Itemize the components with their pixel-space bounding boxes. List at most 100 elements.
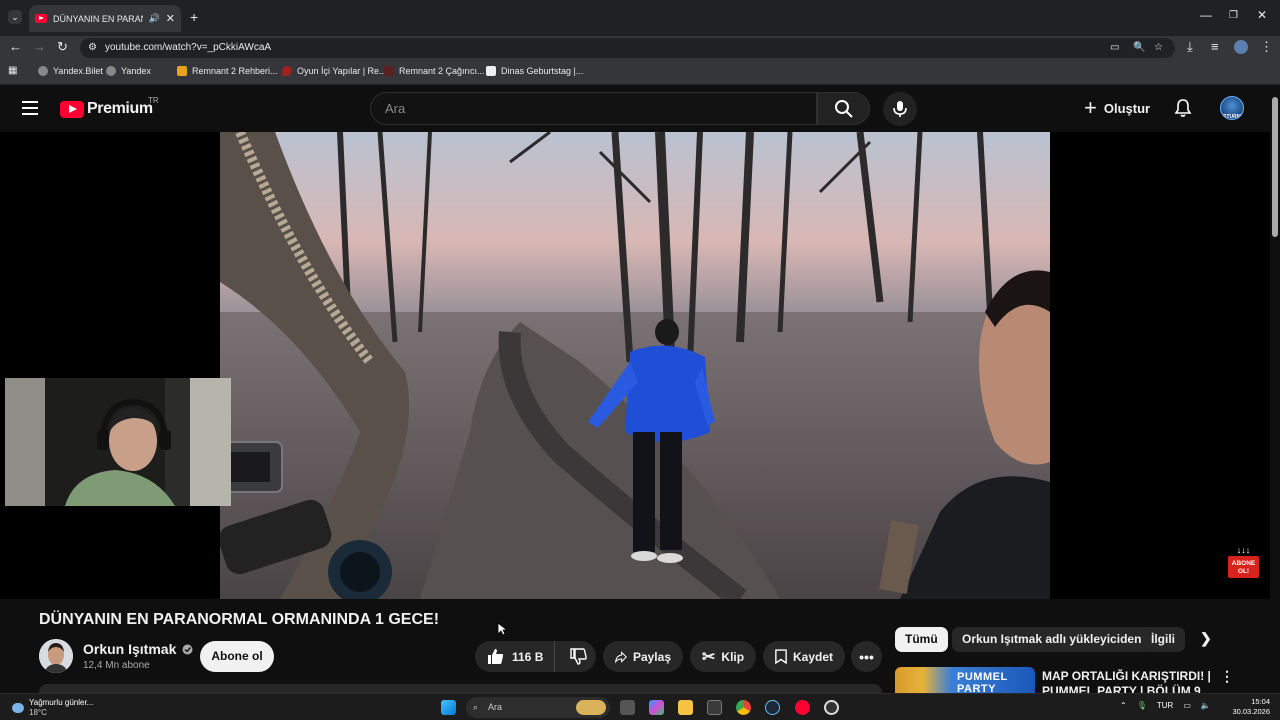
bookmark-icon [775, 649, 787, 665]
new-tab-icon[interactable]: + [190, 9, 198, 25]
scrollbar-thumb[interactable] [1272, 97, 1278, 237]
recommendation-thumbnail[interactable]: PUMMEL PARTY [895, 667, 1035, 693]
profile-icon[interactable] [1234, 40, 1248, 54]
network-icon[interactable]: ▭ [1183, 701, 1191, 710]
minimize-icon[interactable]: — [1200, 8, 1212, 22]
svg-text:↓↓↓: ↓↓↓ [1237, 545, 1251, 555]
language-indicator[interactable]: TUR [1157, 701, 1173, 710]
rain-cloud-icon [12, 703, 24, 713]
subscribe-button[interactable]: Abone ol [200, 641, 274, 672]
back-icon[interactable]: ← [9, 39, 22, 54]
site-favicon-icon [282, 66, 292, 76]
mouse-cursor-icon [497, 622, 507, 636]
bookmarks-bar: ▦ Yandex.Bilet Yandex Remnant 2 Rehberi.… [0, 60, 1280, 85]
search-input[interactable]: Ara [370, 92, 817, 125]
like-button[interactable]: 116 B [475, 641, 556, 672]
file-explorer-icon[interactable] [678, 700, 693, 715]
chip-all[interactable]: Tümü [895, 627, 948, 652]
save-button[interactable]: Kaydet [763, 641, 845, 672]
task-view-icon[interactable] [620, 700, 635, 715]
channel-name[interactable]: Orkun Işıtmak [83, 641, 193, 657]
site-favicon-icon [177, 66, 187, 76]
microphone-icon [893, 101, 907, 117]
bookmark-item[interactable]: Yandex [106, 66, 151, 76]
account-avatar[interactable]: STURM [1220, 96, 1244, 120]
menu-hamburger-icon[interactable] [22, 101, 38, 115]
bookmark-item[interactable]: Yandex.Bilet [38, 66, 103, 76]
subscribe-reminder-badge[interactable]: ↓↓↓ ABONE OL! [1227, 545, 1260, 578]
create-label: Oluştur [1103, 100, 1151, 116]
video-frame[interactable] [220, 132, 1050, 599]
active-tab[interactable]: DÜNYANIN EN PARANORMAL 🔊 ✕ [29, 5, 181, 32]
chrome-icon[interactable] [736, 700, 751, 715]
forward-icon[interactable]: → [33, 39, 46, 54]
tab-strip: ⌄ DÜNYANIN EN PARANORMAL 🔊 ✕ + — ❐ ✕ [0, 0, 1280, 36]
speaker-icon[interactable]: 🔊 [149, 13, 160, 24]
reload-icon[interactable]: ↻ [57, 39, 68, 55]
bookmark-item[interactable]: Dinas Geburtstag |... [486, 66, 583, 76]
svg-text:OL!: OL! [1238, 568, 1249, 575]
share-arrow-icon [615, 650, 627, 663]
cast-icon[interactable]: ▭ [1110, 38, 1119, 58]
bookmark-item[interactable]: Oyun İçi Yapılar | Re... [282, 66, 387, 76]
thumbnail-text: PUMMEL PARTY [957, 671, 1008, 693]
voice-search-button[interactable] [883, 92, 917, 126]
logo-text: Premium [87, 100, 153, 117]
search-button[interactable] [817, 92, 870, 125]
weather-widget[interactable]: Yağmurlu günler... 18°C [12, 698, 93, 718]
system-tray: ⌃ 🎙 TUR ▭ 🔈 [1120, 701, 1211, 710]
chevron-right-icon[interactable]: ❯ [1200, 630, 1212, 647]
youtube-music-icon[interactable] [795, 700, 810, 715]
dislike-button[interactable] [561, 641, 596, 672]
youtube-play-icon [60, 100, 84, 118]
subscriber-count: 12,4 Mn abone [83, 660, 150, 671]
volume-icon[interactable]: 🔈 [1201, 701, 1211, 710]
create-button[interactable]: + Oluştur [1084, 97, 1151, 119]
youtube-favicon-icon [35, 14, 47, 23]
site-info-icon[interactable]: ⚙ [88, 38, 97, 58]
recommendation-menu-icon[interactable]: ⋮ [1220, 668, 1234, 685]
bookmark-item[interactable]: Remnant 2 Çağırıcı... [384, 66, 485, 76]
notifications-bell-icon[interactable] [1173, 98, 1193, 118]
like-dislike-group: 116 B [475, 641, 596, 672]
share-button[interactable]: Paylaş [603, 641, 683, 672]
video-player[interactable]: ↓↓↓ ABONE OL! [0, 132, 1270, 599]
forest-scene-image [220, 132, 1050, 599]
globe-icon [38, 66, 48, 76]
video-title: DÜNYANIN EN PARANORMAL ORMANINDA 1 GECE! [39, 611, 440, 628]
page-scrollbar[interactable] [1270, 85, 1280, 693]
microphone-icon[interactable]: 🎙 [1137, 701, 1147, 710]
thumbs-down-icon [570, 648, 587, 665]
close-window-icon[interactable]: ✕ [1257, 8, 1267, 22]
obs-icon[interactable] [824, 700, 839, 715]
zoom-icon[interactable]: 🔍 [1133, 38, 1145, 58]
more-actions-button[interactable]: ••• [851, 641, 882, 672]
description-box[interactable] [39, 684, 882, 693]
close-tab-icon[interactable]: ✕ [166, 12, 175, 25]
taskbar-search[interactable]: ⌕ Ara [466, 697, 610, 718]
thumbs-up-icon [488, 649, 504, 664]
bookmark-star-icon[interactable]: ☆ [1154, 38, 1163, 58]
restore-icon[interactable]: ❐ [1229, 10, 1238, 21]
chip-related[interactable]: İlgili [1141, 627, 1185, 652]
channel-avatar[interactable] [39, 639, 73, 673]
chevron-up-icon[interactable]: ⌃ [1120, 701, 1127, 710]
store-icon[interactable] [707, 700, 722, 715]
media-control-icon[interactable]: ≡ [1211, 39, 1219, 54]
apps-grid-icon[interactable]: ▦ [8, 65, 17, 76]
menu-kebab-icon[interactable]: ⋮ [1260, 39, 1273, 55]
search-icon: ⌕ [473, 702, 479, 712]
copilot-icon[interactable] [649, 700, 664, 715]
address-bar[interactable]: ⚙ youtube.com/watch?v=_pCkkiAWcaA ▭ 🔍 ☆ [80, 38, 1175, 58]
more-horizontal-icon: ••• [859, 648, 874, 665]
chip-from-uploader[interactable]: Orkun Işıtmak adlı yükleyiciden [952, 627, 1152, 652]
clip-button[interactable]: ✂ Klip [690, 641, 756, 672]
steam-icon[interactable] [765, 700, 780, 715]
clock[interactable]: 15:04 30.03.2026 [1226, 697, 1270, 717]
tab-search-button[interactable]: ⌄ [8, 10, 22, 24]
download-icon[interactable]: ⤓ [1187, 39, 1193, 55]
windows-start-icon[interactable] [441, 700, 456, 715]
scissors-icon: ✂ [702, 648, 716, 666]
youtube-logo[interactable]: Premium TR [60, 96, 159, 118]
bookmark-item[interactable]: Remnant 2 Rehberi... [177, 66, 278, 76]
